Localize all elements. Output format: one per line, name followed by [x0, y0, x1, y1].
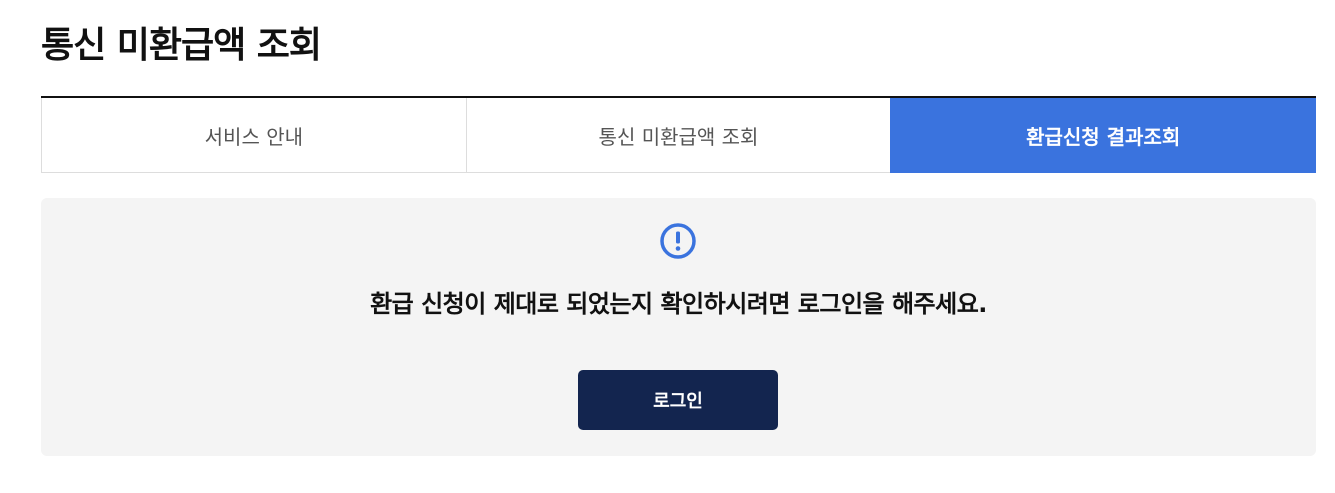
exclamation-circle-icon: [660, 223, 696, 259]
login-notice-panel: 환급 신청이 제대로 되었는지 확인하시려면 로그인을 해주세요. 로그인: [41, 198, 1316, 456]
tab-refund-result[interactable]: 환급신청 결과조회: [890, 98, 1317, 173]
notice-message: 환급 신청이 제대로 되었는지 확인하시려면 로그인을 해주세요.: [370, 290, 987, 318]
tab-bar: 서비스 안내 통신 미환급액 조회 환급신청 결과조회: [41, 96, 1317, 173]
page-title: 통신 미환급액 조회: [41, 25, 322, 66]
tab-service-guide[interactable]: 서비스 안내: [41, 98, 466, 173]
tab-unrefunded-inquiry[interactable]: 통신 미환급액 조회: [465, 98, 891, 173]
login-button[interactable]: 로그인: [578, 370, 778, 430]
page: 통신 미환급액 조회 서비스 안내 통신 미환급액 조회 환급신청 결과조회 환…: [0, 0, 1335, 493]
